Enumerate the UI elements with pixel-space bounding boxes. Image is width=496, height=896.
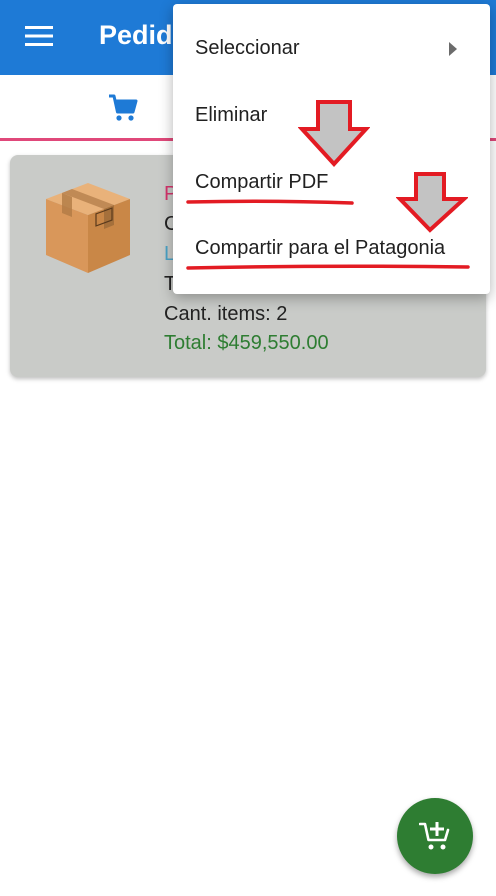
hamburger-menu-icon [25,26,53,46]
package-box-icon [46,183,130,273]
menu-item-label: Compartir para el Patagonia [195,237,446,259]
annotation-underline [186,264,470,270]
navigation-menu-button[interactable] [14,12,64,62]
menu-item-seleccionar[interactable]: Seleccionar [173,16,490,82]
add-order-fab[interactable] [397,798,473,874]
page-title: Pedid [99,20,173,50]
menu-item-label: Seleccionar [195,37,300,59]
annotation-arrow-down-icon [298,100,370,167]
menu-item-label: Eliminar [195,104,268,126]
add-to-cart-icon [419,822,450,850]
order-items-count: Cant. items: 2 [164,303,288,325]
menu-item-label: Compartir PDF [195,171,329,193]
order-total: Total: $459,550.00 [164,332,329,354]
annotation-arrow-down-icon [396,172,468,233]
shopping-cart-icon [109,94,138,121]
annotation-underline [186,199,354,205]
submenu-arrow-icon [449,42,457,56]
